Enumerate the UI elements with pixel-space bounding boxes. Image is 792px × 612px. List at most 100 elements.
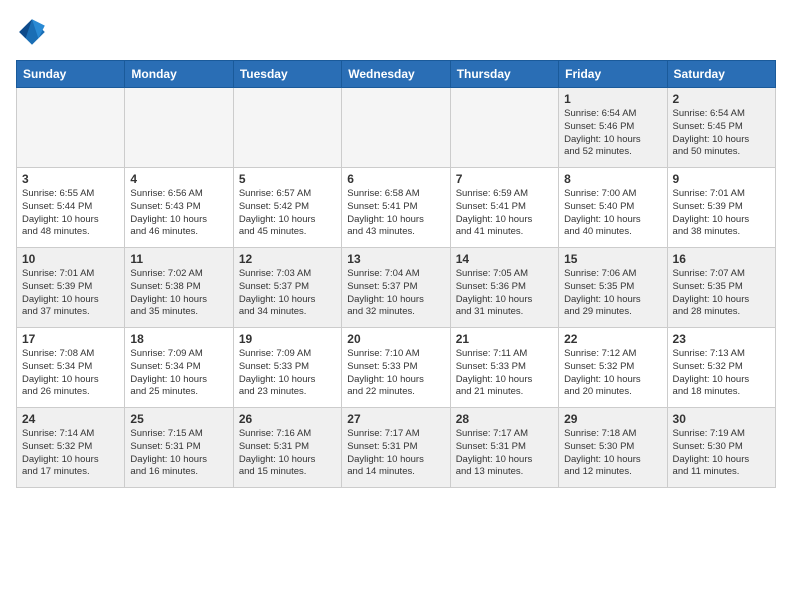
day-info: Sunrise: 7:01 AM Sunset: 5:39 PM Dayligh… [673,188,770,239]
day-info: Sunrise: 6:56 AM Sunset: 5:43 PM Dayligh… [130,188,227,239]
day-number: 23 [673,332,770,346]
weekday-header-cell: Thursday [450,61,558,88]
weekday-header-cell: Tuesday [233,61,341,88]
day-number: 15 [564,252,661,266]
calendar-cell: 3Sunrise: 6:55 AM Sunset: 5:44 PM Daylig… [17,168,125,248]
logo-icon [16,16,48,48]
day-number: 7 [456,172,553,186]
calendar-cell: 28 Sunrise: 7:17 AM Sunset: 5:31 PM Dayli… [450,408,558,488]
calendar-cell: 12Sunrise: 7:03 AM Sunset: 5:37 PM Dayli… [233,248,341,328]
day-number: 18 [130,332,227,346]
weekday-header-cell: Sunday [17,61,125,88]
day-number: 29 [564,412,661,426]
calendar-cell: 2 Sunrise: 6:54 AM Sunset: 5:45 PM Daylig… [667,88,775,168]
day-number: 6 [347,172,444,186]
day-number: 4 [130,172,227,186]
day-number: 3 [22,172,119,186]
calendar-table: SundayMondayTuesdayWednesdayThursdayFrid… [16,60,776,488]
calendar-cell: 15 Sunrise: 7:06 AM Sunset: 5:35 PM Dayli… [559,248,667,328]
day-info: Sunrise: 7:07 AM Sunset: 5:35 PM Dayligh… [673,268,770,319]
calendar-cell: 8 Sunrise: 7:00 AM Sunset: 5:40 PM Daylig… [559,168,667,248]
day-number: 24 [22,412,119,426]
day-info: Sunrise: 7:19 AM Sunset: 5:30 PM Dayligh… [673,428,770,479]
calendar-cell: 4 Sunrise: 6:56 AM Sunset: 5:43 PM Daylig… [125,168,233,248]
day-number: 17 [22,332,119,346]
calendar-cell: 9 Sunrise: 7:01 AM Sunset: 5:39 PM Daylig… [667,168,775,248]
page-header [16,16,776,48]
day-number: 8 [564,172,661,186]
weekday-header-cell: Monday [125,61,233,88]
day-info: Sunrise: 7:10 AM Sunset: 5:33 PM Dayligh… [347,348,444,399]
day-info: Sunrise: 7:03 AM Sunset: 5:37 PM Dayligh… [239,268,336,319]
calendar-cell: 29 Sunrise: 7:18 AM Sunset: 5:30 PM Dayli… [559,408,667,488]
day-info: Sunrise: 6:59 AM Sunset: 5:41 PM Dayligh… [456,188,553,239]
day-number: 21 [456,332,553,346]
day-info: Sunrise: 7:17 AM Sunset: 5:31 PM Dayligh… [456,428,553,479]
day-number: 5 [239,172,336,186]
calendar-week-row: 3Sunrise: 6:55 AM Sunset: 5:44 PM Daylig… [17,168,776,248]
day-info: Sunrise: 7:17 AM Sunset: 5:31 PM Dayligh… [347,428,444,479]
day-number: 25 [130,412,227,426]
day-number: 20 [347,332,444,346]
calendar-cell [125,88,233,168]
day-info: Sunrise: 7:15 AM Sunset: 5:31 PM Dayligh… [130,428,227,479]
day-info: Sunrise: 7:05 AM Sunset: 5:36 PM Dayligh… [456,268,553,319]
day-info: Sunrise: 6:58 AM Sunset: 5:41 PM Dayligh… [347,188,444,239]
calendar-cell: 14 Sunrise: 7:05 AM Sunset: 5:36 PM Dayli… [450,248,558,328]
calendar-cell: 23Sunrise: 7:13 AM Sunset: 5:32 PM Dayli… [667,328,775,408]
day-number: 9 [673,172,770,186]
day-info: Sunrise: 7:14 AM Sunset: 5:32 PM Dayligh… [22,428,119,479]
day-info: Sunrise: 7:04 AM Sunset: 5:37 PM Dayligh… [347,268,444,319]
day-number: 19 [239,332,336,346]
day-info: Sunrise: 7:02 AM Sunset: 5:38 PM Dayligh… [130,268,227,319]
day-number: 1 [564,92,661,106]
day-number: 16 [673,252,770,266]
day-info: Sunrise: 7:08 AM Sunset: 5:34 PM Dayligh… [22,348,119,399]
logo [16,16,52,48]
calendar-cell [17,88,125,168]
calendar-cell: 13Sunrise: 7:04 AM Sunset: 5:37 PM Dayli… [342,248,450,328]
day-info: Sunrise: 7:00 AM Sunset: 5:40 PM Dayligh… [564,188,661,239]
day-number: 14 [456,252,553,266]
day-number: 27 [347,412,444,426]
calendar-week-row: 17 Sunrise: 7:08 AM Sunset: 5:34 PM Dayli… [17,328,776,408]
calendar-cell: 11 Sunrise: 7:02 AM Sunset: 5:38 PM Dayli… [125,248,233,328]
day-number: 26 [239,412,336,426]
calendar-cell [233,88,341,168]
day-info: Sunrise: 6:54 AM Sunset: 5:46 PM Dayligh… [564,108,661,159]
day-number: 2 [673,92,770,106]
calendar-cell: 18 Sunrise: 7:09 AM Sunset: 5:34 PM Dayli… [125,328,233,408]
calendar-body: 1 Sunrise: 6:54 AM Sunset: 5:46 PM Daylig… [17,88,776,488]
day-info: Sunrise: 7:18 AM Sunset: 5:30 PM Dayligh… [564,428,661,479]
calendar-week-row: 1 Sunrise: 6:54 AM Sunset: 5:46 PM Daylig… [17,88,776,168]
day-number: 28 [456,412,553,426]
day-info: Sunrise: 6:54 AM Sunset: 5:45 PM Dayligh… [673,108,770,159]
day-info: Sunrise: 7:16 AM Sunset: 5:31 PM Dayligh… [239,428,336,479]
calendar-week-row: 10Sunrise: 7:01 AM Sunset: 5:39 PM Dayli… [17,248,776,328]
calendar-cell [342,88,450,168]
day-info: Sunrise: 7:09 AM Sunset: 5:34 PM Dayligh… [130,348,227,399]
weekday-header-cell: Saturday [667,61,775,88]
weekday-header-cell: Friday [559,61,667,88]
day-info: Sunrise: 7:01 AM Sunset: 5:39 PM Dayligh… [22,268,119,319]
day-number: 22 [564,332,661,346]
calendar-cell: 19 Sunrise: 7:09 AM Sunset: 5:33 PM Dayli… [233,328,341,408]
weekday-header-row: SundayMondayTuesdayWednesdayThursdayFrid… [17,61,776,88]
day-info: Sunrise: 7:09 AM Sunset: 5:33 PM Dayligh… [239,348,336,399]
day-info: Sunrise: 7:06 AM Sunset: 5:35 PM Dayligh… [564,268,661,319]
calendar-cell: 25 Sunrise: 7:15 AM Sunset: 5:31 PM Dayli… [125,408,233,488]
calendar-cell: 7 Sunrise: 6:59 AM Sunset: 5:41 PM Daylig… [450,168,558,248]
calendar-cell: 10Sunrise: 7:01 AM Sunset: 5:39 PM Dayli… [17,248,125,328]
calendar-week-row: 24 Sunrise: 7:14 AM Sunset: 5:32 PM Dayli… [17,408,776,488]
calendar-cell: 22 Sunrise: 7:12 AM Sunset: 5:32 PM Dayli… [559,328,667,408]
calendar-cell: 21 Sunrise: 7:11 AM Sunset: 5:33 PM Dayli… [450,328,558,408]
calendar-cell: 5 Sunrise: 6:57 AM Sunset: 5:42 PM Daylig… [233,168,341,248]
calendar-cell: 1 Sunrise: 6:54 AM Sunset: 5:46 PM Daylig… [559,88,667,168]
day-info: Sunrise: 6:57 AM Sunset: 5:42 PM Dayligh… [239,188,336,239]
day-info: Sunrise: 7:11 AM Sunset: 5:33 PM Dayligh… [456,348,553,399]
calendar-cell: 6 Sunrise: 6:58 AM Sunset: 5:41 PM Daylig… [342,168,450,248]
day-info: Sunrise: 7:12 AM Sunset: 5:32 PM Dayligh… [564,348,661,399]
calendar-cell: 26 Sunrise: 7:16 AM Sunset: 5:31 PM Dayli… [233,408,341,488]
calendar-cell: 27 Sunrise: 7:17 AM Sunset: 5:31 PM Dayli… [342,408,450,488]
day-number: 11 [130,252,227,266]
